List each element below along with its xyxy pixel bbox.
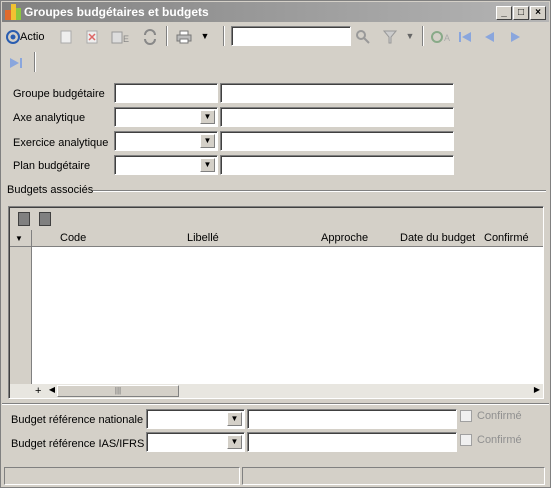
row-menu-chevron-icon[interactable]: ▼ — [15, 234, 23, 243]
budget-ref-ifrs-select[interactable]: ▼ — [146, 432, 245, 452]
grid-add-icon[interactable] — [18, 212, 30, 226]
chevron-down-icon[interactable]: ▼ — [227, 435, 242, 449]
app-icon — [5, 4, 21, 20]
scroll-right-icon[interactable]: ▶ — [531, 384, 543, 398]
delete-icon — [86, 30, 98, 44]
groupe-budgetaire-description-field[interactable] — [220, 83, 454, 103]
next-icon — [511, 31, 520, 42]
column-header-approche[interactable]: Approche — [321, 232, 368, 244]
refresh-icon — [144, 28, 156, 45]
minimize-button[interactable]: _ — [496, 6, 512, 20]
print-button[interactable] — [174, 26, 194, 46]
title-bar[interactable]: Groupes budgétaires et budgets _ □ × — [2, 2, 549, 22]
chevron-down-icon[interactable]: ▼ — [200, 110, 215, 124]
chevron-down-icon: ▼ — [405, 31, 415, 41]
plan-budgetaire-select[interactable]: ▼ — [114, 155, 218, 175]
scroll-thumb[interactable]: ||| — [57, 385, 179, 397]
column-header-confirme[interactable]: Confirmé — [484, 232, 529, 244]
action-label: Actio — [20, 31, 45, 43]
budget-ref-nationale-select[interactable]: ▼ — [146, 409, 245, 429]
filter-button[interactable] — [380, 26, 400, 46]
row-indicator-column — [10, 247, 32, 384]
new-icon — [60, 30, 72, 44]
budget-ref-ifrs-confirm-label: Confirmé — [477, 434, 522, 446]
export-button[interactable]: E — [110, 26, 134, 46]
close-button[interactable]: × — [530, 6, 546, 20]
group-divider — [93, 190, 546, 192]
goto-icon: A — [431, 30, 450, 43]
delete-button[interactable] — [82, 26, 102, 46]
plan-budgetaire-label: Plan budgétaire — [13, 160, 91, 172]
new-button[interactable] — [56, 26, 76, 46]
budget-ref-nationale-confirm-checkbox[interactable] — [460, 410, 472, 422]
budget-ref-ifrs-label: Budget référence IAS/IFRS — [11, 438, 145, 450]
next-record-button[interactable] — [505, 26, 525, 46]
budget-ref-ifrs-description-field[interactable] — [247, 432, 457, 452]
budgets-grid[interactable]: ▼ Code Libellé Approche Date du budget C… — [8, 206, 544, 399]
section-divider — [2, 403, 549, 405]
export-icon: E — [111, 31, 129, 44]
chevron-down-icon[interactable]: ▼ — [200, 134, 215, 148]
axe-analytique-description-field[interactable] — [220, 107, 454, 127]
budget-ref-nationale-label: Budget référence nationale — [11, 414, 144, 426]
refresh-button[interactable] — [140, 26, 160, 46]
svg-text:A: A — [444, 33, 450, 43]
print-dropdown[interactable]: ▼ — [198, 26, 212, 46]
filter-icon — [382, 30, 398, 44]
exercice-analytique-label: Exercice analytique — [13, 137, 109, 149]
exercice-analytique-description-field[interactable] — [220, 131, 454, 151]
column-header-libelle[interactable]: Libellé — [187, 232, 219, 244]
axe-analytique-select[interactable]: ▼ — [114, 107, 218, 127]
chevron-down-icon[interactable]: ▼ — [200, 158, 215, 172]
window-title: Groupes budgétaires et budgets — [24, 5, 209, 19]
exercice-analytique-select[interactable]: ▼ — [114, 131, 218, 151]
status-cell-main — [4, 467, 240, 485]
chevron-down-icon[interactable]: ▼ — [227, 412, 242, 426]
filter-dropdown[interactable]: ▼ — [403, 26, 417, 46]
search-button[interactable] — [353, 26, 373, 46]
plan-budgetaire-description-field[interactable] — [220, 155, 454, 175]
groupe-budgetaire-label: Groupe budgétaire — [13, 88, 105, 100]
svg-text:E: E — [123, 34, 129, 44]
last-record-button[interactable] — [6, 52, 26, 72]
groupe-budgetaire-code-field[interactable] — [114, 83, 218, 103]
horizontal-scrollbar[interactable]: + ◀ ||| ▶ — [10, 384, 543, 398]
status-bar — [4, 467, 547, 485]
action-button[interactable]: Actio — [6, 26, 52, 46]
search-input[interactable] — [231, 26, 351, 46]
goto-button[interactable]: A — [429, 26, 455, 46]
chevron-down-icon: ▼ — [200, 31, 210, 41]
search-icon — [356, 29, 370, 44]
column-header-code[interactable]: Code — [60, 232, 86, 244]
add-row-icon[interactable]: + — [35, 384, 41, 398]
action-icon — [6, 29, 20, 44]
previous-record-button[interactable] — [480, 26, 500, 46]
grid-header: ▼ Code Libellé Approche Date du budget C… — [10, 230, 543, 247]
budgets-associes-label: Budgets associés — [7, 184, 94, 196]
last-icon — [10, 57, 22, 68]
first-icon — [459, 31, 471, 42]
toolbar: Actio E ▼ ▼ A — [2, 23, 549, 75]
print-icon — [176, 30, 192, 44]
budget-ref-nationale-confirm-label: Confirmé — [477, 410, 522, 422]
budget-ref-nationale-description-field[interactable] — [247, 409, 457, 429]
previous-icon — [485, 31, 494, 42]
column-header-date-budget[interactable]: Date du budget — [400, 232, 475, 244]
grid-edit-icon[interactable] — [39, 212, 51, 226]
budget-ref-ifrs-confirm-checkbox[interactable] — [460, 434, 472, 446]
main-window: Groupes budgétaires et budgets _ □ × Act… — [0, 0, 551, 488]
first-record-button[interactable] — [455, 26, 475, 46]
maximize-button[interactable]: □ — [513, 6, 529, 20]
grid-toolbar — [10, 208, 543, 230]
status-cell-secondary — [242, 467, 545, 485]
axe-analytique-label: Axe analytique — [13, 112, 86, 124]
